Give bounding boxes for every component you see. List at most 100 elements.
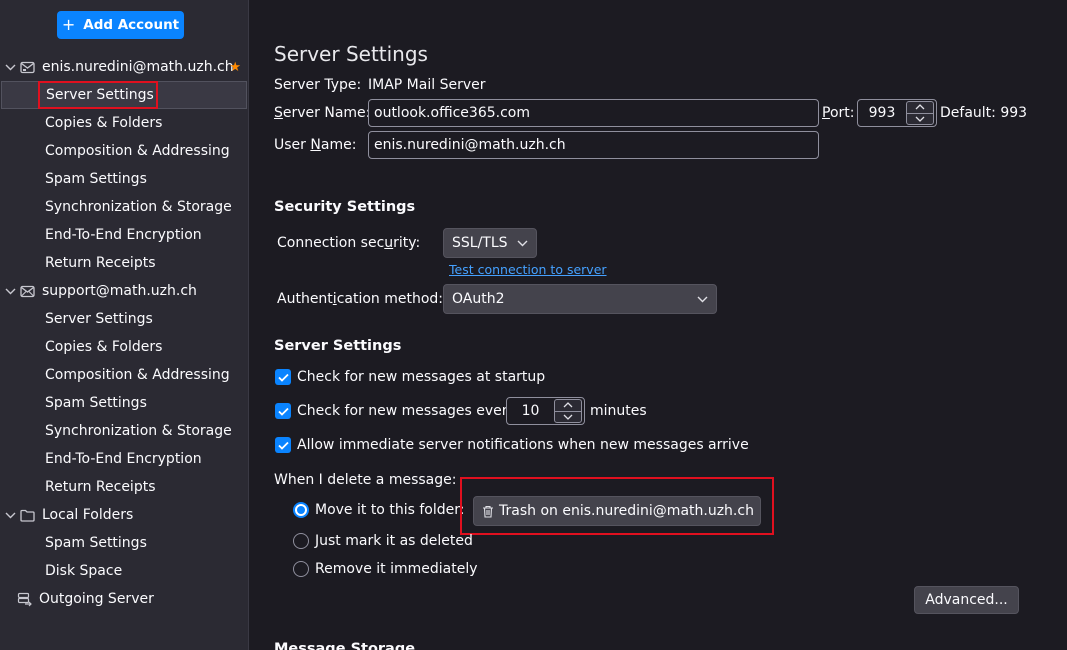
check-startup-checkbox[interactable]: [275, 369, 291, 385]
default-port-label: Default: 993: [940, 105, 1028, 121]
sidebar-item-label: Spam Settings: [45, 171, 147, 187]
test-connection-link[interactable]: Test connection to server: [449, 262, 607, 277]
sidebar-item-composition[interactable]: Composition & Addressing: [0, 361, 249, 389]
auth-method-label: Authentication method:: [277, 291, 444, 307]
sidebar-item-label: Copies & Folders: [45, 115, 163, 131]
interval-decrement-arrow-icon[interactable]: [554, 410, 582, 423]
port-label: Port:: [822, 105, 855, 121]
server-name-label: Server Name:: [274, 105, 371, 121]
account-name: Local Folders: [42, 507, 134, 523]
auth-method-select[interactable]: OAuth2: [443, 284, 717, 314]
sidebar-item-synchronization[interactable]: Synchronization & Storage: [0, 193, 249, 221]
sidebar-item-disk-space[interactable]: Disk Space: [0, 557, 249, 585]
sidebar-item-label: Synchronization & Storage: [45, 423, 232, 439]
account-row-enis[interactable]: enis.nuredini@math.uzh.ch ★: [0, 53, 249, 81]
account-name: enis.nuredini@math.uzh.ch: [42, 59, 234, 75]
port-stepper[interactable]: 993: [857, 99, 937, 127]
check-startup-row[interactable]: Check for new messages at startup: [275, 369, 545, 385]
mail-account-icon: [20, 283, 36, 299]
sidebar-item-composition[interactable]: Composition & Addressing: [0, 137, 249, 165]
allow-notifications-row[interactable]: Allow immediate server notifications whe…: [275, 437, 749, 453]
server-type-label: Server Type:: [274, 77, 362, 93]
mark-deleted-radio[interactable]: [293, 533, 309, 549]
trash-folder-value: Trash on enis.nuredini@math.uzh.ch: [499, 503, 754, 519]
sidebar-item-e2e-encryption[interactable]: End-To-End Encryption: [0, 445, 249, 473]
sidebar-item-copies-folders[interactable]: Copies & Folders: [0, 333, 249, 361]
sidebar-item-spam-settings[interactable]: Spam Settings: [0, 529, 249, 557]
connection-security-value: SSL/TLS: [452, 235, 508, 251]
mark-deleted-row[interactable]: Just mark it as deleted: [293, 533, 473, 549]
check-interval-stepper[interactable]: 10: [506, 397, 585, 425]
user-name-label: User Name:: [274, 137, 357, 153]
minutes-label: minutes: [590, 403, 647, 419]
chevron-down-icon: [697, 296, 708, 302]
sidebar-item-label: Return Receipts: [45, 255, 156, 271]
sidebar-item-synchronization[interactable]: Synchronization & Storage: [0, 417, 249, 445]
advanced-button[interactable]: Advanced...: [914, 586, 1019, 614]
allow-notifications-label: Allow immediate server notifications whe…: [297, 437, 749, 453]
remove-immediately-label: Remove it immediately: [315, 561, 478, 577]
port-increment-arrow-icon[interactable]: [906, 101, 934, 113]
account-settings-sidebar: + Add Account enis.nuredini@math.uzh.ch …: [0, 0, 249, 650]
mark-deleted-label: Just mark it as deleted: [315, 533, 473, 549]
add-account-button[interactable]: + Add Account: [57, 11, 184, 39]
sidebar-item-label: End-To-End Encryption: [45, 227, 202, 243]
sidebar-item-label: End-To-End Encryption: [45, 451, 202, 467]
message-storage-heading: Message Storage: [274, 641, 416, 650]
sidebar-item-label: Disk Space: [45, 563, 123, 579]
connection-security-label: Connection security:: [277, 235, 421, 251]
trash-icon: [483, 505, 493, 518]
delete-message-label: When I delete a message:: [274, 472, 457, 488]
check-every-checkbox[interactable]: [275, 403, 291, 419]
interval-increment-arrow-icon[interactable]: [554, 399, 582, 411]
sidebar-item-spam-settings[interactable]: Spam Settings: [0, 165, 249, 193]
sidebar-item-label: Return Receipts: [45, 479, 156, 495]
outgoing-server-label: Outgoing Server: [39, 591, 154, 607]
sidebar-item-label: Server Settings: [45, 311, 153, 327]
port-value: 993: [868, 105, 896, 121]
sidebar-item-copies-folders[interactable]: Copies & Folders: [0, 109, 249, 137]
chevron-down-icon[interactable]: [3, 508, 17, 522]
plus-icon: +: [61, 15, 76, 34]
check-startup-label: Check for new messages at startup: [297, 369, 546, 385]
account-row-local-folders[interactable]: Local Folders: [0, 501, 249, 529]
auth-method-value: OAuth2: [452, 291, 505, 307]
account-name: support@math.uzh.ch: [42, 283, 197, 299]
sidebar-item-return-receipts[interactable]: Return Receipts: [0, 473, 249, 501]
server-settings-heading: Server Settings: [274, 338, 402, 354]
sidebar-item-label: Spam Settings: [45, 395, 147, 411]
sidebar-item-server-settings[interactable]: Server Settings: [1, 81, 247, 109]
allow-notifications-checkbox[interactable]: [275, 437, 291, 453]
user-name-input[interactable]: [368, 131, 819, 159]
sidebar-item-e2e-encryption[interactable]: End-To-End Encryption: [0, 221, 249, 249]
sidebar-item-outgoing-server[interactable]: Outgoing Server: [0, 585, 249, 613]
check-every-row[interactable]: Check for new messages every: [275, 403, 516, 419]
add-account-label: Add Account: [83, 17, 180, 33]
sidebar-item-label: Server Settings: [46, 87, 154, 103]
sidebar-item-return-receipts[interactable]: Return Receipts: [0, 249, 249, 277]
remove-immediately-row[interactable]: Remove it immediately: [293, 561, 478, 577]
connection-security-select[interactable]: SSL/TLS: [443, 228, 537, 258]
mail-account-icon: [20, 59, 36, 75]
trash-folder-select[interactable]: Trash on enis.nuredini@math.uzh.ch: [473, 496, 761, 526]
default-account-star-icon: ★: [229, 59, 241, 75]
chevron-down-icon[interactable]: [3, 284, 17, 298]
chevron-down-icon: [517, 240, 528, 246]
sidebar-item-label: Composition & Addressing: [45, 143, 230, 159]
server-name-input[interactable]: [368, 99, 819, 127]
chevron-down-icon[interactable]: [3, 60, 17, 74]
folder-icon: [20, 507, 36, 523]
sidebar-item-server-settings[interactable]: Server Settings: [0, 305, 249, 333]
account-row-support[interactable]: support@math.uzh.ch: [0, 277, 249, 305]
sidebar-item-label: Composition & Addressing: [45, 367, 230, 383]
move-to-folder-row[interactable]: Move it to this folder:: [293, 502, 464, 518]
sidebar-item-label: Synchronization & Storage: [45, 199, 232, 215]
sidebar-item-spam-settings[interactable]: Spam Settings: [0, 389, 249, 417]
server-type-value: IMAP Mail Server: [368, 77, 486, 93]
security-settings-heading: Security Settings: [274, 199, 416, 215]
advanced-button-label: Advanced...: [925, 592, 1008, 608]
move-to-folder-radio[interactable]: [293, 502, 309, 518]
outgoing-server-icon: [17, 591, 33, 607]
remove-immediately-radio[interactable]: [293, 561, 309, 577]
port-decrement-arrow-icon[interactable]: [906, 112, 934, 125]
